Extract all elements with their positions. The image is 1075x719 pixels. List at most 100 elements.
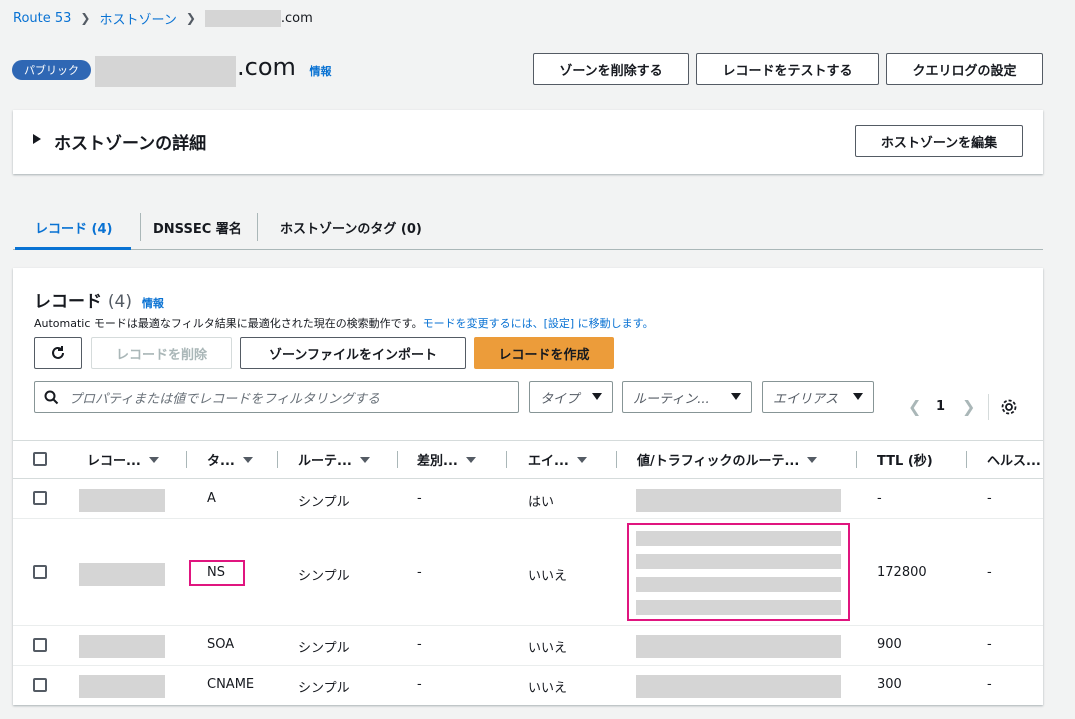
cell-type: CNAME (207, 677, 255, 692)
column-separator[interactable] (856, 451, 857, 468)
redacted-value (636, 489, 841, 512)
info-link[interactable]: 情報 (310, 65, 332, 78)
row-divider (13, 665, 1043, 666)
caret-down-icon (592, 393, 602, 400)
page-title-suffix: .com (237, 53, 296, 81)
refresh-icon (52, 346, 64, 359)
prev-page-icon[interactable]: ❮ (908, 397, 921, 416)
records-title: レコード (4) 情報 (34, 287, 164, 312)
cell-routing: シンプル (298, 569, 350, 584)
breadcrumb-current: .com (280, 10, 313, 26)
breadcrumb-hosted-zones[interactable]: ホストゾーン (99, 9, 176, 28)
details-title[interactable]: ホストゾーンの詳細 (54, 129, 206, 154)
cell-ttl: - (877, 491, 882, 506)
breadcrumb-route53[interactable]: Route 53 (13, 11, 71, 26)
page-title: .com 情報 (237, 53, 332, 81)
create-record-button[interactable]: レコードを作成 (474, 337, 614, 369)
sort-icon (359, 456, 370, 463)
column-separator[interactable] (506, 451, 507, 468)
column-header-ttl[interactable]: TTL (秒) (877, 441, 933, 478)
cell-differentiator: - (417, 565, 422, 580)
sort-icon (576, 456, 587, 463)
cell-differentiator: - (417, 491, 422, 506)
column-header-alias[interactable]: エイ... (528, 441, 587, 478)
redacted-value (636, 675, 841, 698)
routing-filter-label: ルーティン... (633, 391, 710, 407)
current-page[interactable]: 1 (936, 399, 945, 414)
gear-icon[interactable] (1000, 398, 1018, 416)
redacted-record-name[interactable] (79, 563, 165, 586)
tab-records[interactable]: レコード (4) (35, 205, 112, 249)
tab-dnssec[interactable]: DNSSEC 署名 (153, 205, 242, 249)
tab-divider (257, 213, 258, 241)
column-separator[interactable] (616, 451, 617, 468)
delete-zone-button[interactable]: ゾーンを削除する (533, 53, 689, 85)
next-page-icon[interactable]: ❯ (962, 397, 975, 416)
tab-tags[interactable]: ホストゾーンのタグ (0) (280, 205, 422, 249)
delete-record-button[interactable]: レコードを削除 (91, 337, 232, 369)
cell-health: - (987, 491, 992, 506)
row-checkbox[interactable] (33, 678, 47, 692)
redacted-domain (204, 9, 281, 27)
cell-alias: いいえ (528, 569, 568, 584)
cell-routing: シンプル (298, 641, 350, 656)
cell-ttl: 300 (877, 677, 902, 692)
chevron-right-icon: ❯ (185, 11, 196, 25)
cell-differentiator: - (417, 637, 422, 652)
import-zone-file-button[interactable]: ゾーンファイルをインポート (240, 337, 466, 369)
cell-type: SOA (207, 637, 235, 652)
column-separator[interactable] (186, 451, 187, 468)
breadcrumb: Route 53 ❯ ホストゾーン ❯ .com (13, 9, 313, 28)
routing-filter-select[interactable]: ルーティン... (622, 381, 752, 413)
type-filter-select[interactable]: タイプ (529, 381, 613, 413)
sort-icon (465, 456, 476, 463)
column-separator[interactable] (277, 451, 278, 468)
redacted-value (636, 635, 841, 658)
column-separator[interactable] (966, 451, 967, 468)
search-icon (44, 390, 59, 405)
test-record-button[interactable]: レコードをテストする (696, 53, 879, 85)
edit-hosted-zone-button[interactable]: ホストゾーンを編集 (855, 125, 1023, 157)
redacted-record-name[interactable] (79, 489, 165, 512)
redacted-zone-name (95, 56, 236, 87)
column-header-record-name[interactable]: レコー... (87, 441, 159, 478)
type-filter-label: タイプ (540, 391, 580, 407)
column-header-differentiator[interactable]: 差別... (417, 441, 476, 478)
caret-down-icon (853, 393, 863, 400)
redacted-record-name[interactable] (79, 635, 165, 658)
column-header-value[interactable]: 値/トラフィックのルーテ... (637, 441, 818, 478)
records-info-link[interactable]: 情報 (142, 297, 164, 310)
caret-down-icon (731, 393, 741, 400)
cell-health: - (987, 565, 992, 580)
redacted-value (636, 531, 841, 546)
public-badge: パブリック (12, 60, 91, 80)
cell-differentiator: - (417, 677, 422, 692)
row-checkbox[interactable] (33, 565, 47, 579)
redacted-value (636, 600, 841, 615)
row-divider (13, 518, 1043, 519)
column-header-health[interactable]: ヘルス... (987, 441, 1041, 478)
cell-routing: シンプル (298, 681, 350, 696)
alias-filter-select[interactable]: エイリアス (762, 381, 874, 413)
cell-type: NS (207, 565, 225, 580)
search-input[interactable]: プロパティまたは値でレコードをフィルタリングする (34, 381, 519, 413)
records-count: (4) (107, 292, 133, 312)
redacted-value (636, 577, 841, 592)
cell-type: A (207, 491, 216, 506)
column-separator[interactable] (397, 451, 398, 468)
redacted-record-name[interactable] (79, 675, 165, 698)
header-border (13, 478, 1043, 479)
column-header-routing[interactable]: ルーテ... (298, 441, 370, 478)
caret-right-icon[interactable] (33, 134, 41, 144)
row-checkbox[interactable] (33, 491, 47, 505)
alias-filter-label: エイリアス (773, 391, 839, 407)
mode-hint-link[interactable]: モードを変更するには、[設定] に移動します。 (423, 317, 654, 330)
cell-alias: いいえ (528, 641, 568, 656)
sort-icon (807, 456, 818, 463)
column-header-type[interactable]: タ... (207, 441, 253, 478)
row-checkbox[interactable] (33, 638, 47, 652)
select-all-checkbox[interactable] (33, 452, 47, 466)
search-placeholder: プロパティまたは値でレコードをフィルタリングする (69, 391, 380, 407)
refresh-button[interactable] (34, 337, 82, 369)
query-log-button[interactable]: クエリログの設定 (886, 53, 1043, 85)
